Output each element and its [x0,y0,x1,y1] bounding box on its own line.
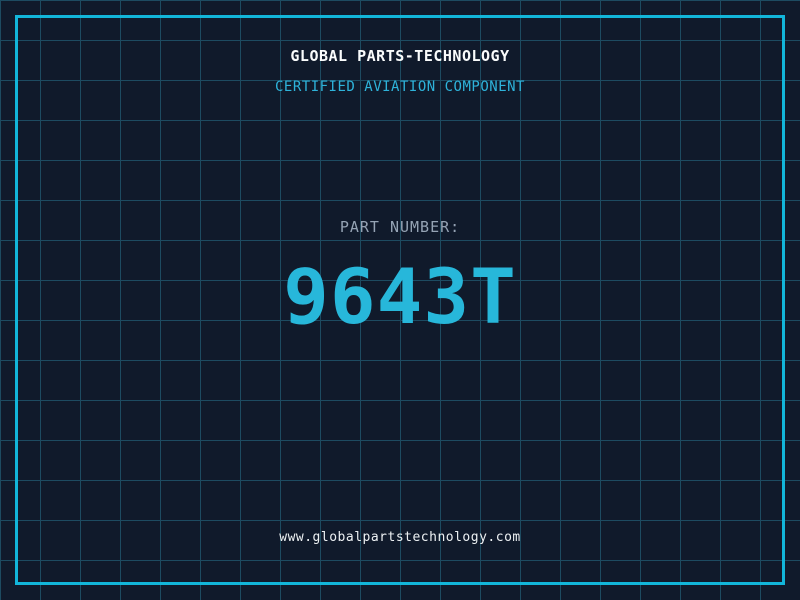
website-url: www.globalpartstechnology.com [0,530,800,545]
part-number-label: PART NUMBER: [0,218,800,236]
brand-title: GLOBAL PARTS-TECHNOLOGY [0,47,800,65]
brand-subtitle: CERTIFIED AVIATION COMPONENT [0,79,800,95]
blueprint-screen: GLOBAL PARTS-TECHNOLOGY CERTIFIED AVIATI… [0,0,800,600]
part-number-value: 9643T [0,252,800,341]
